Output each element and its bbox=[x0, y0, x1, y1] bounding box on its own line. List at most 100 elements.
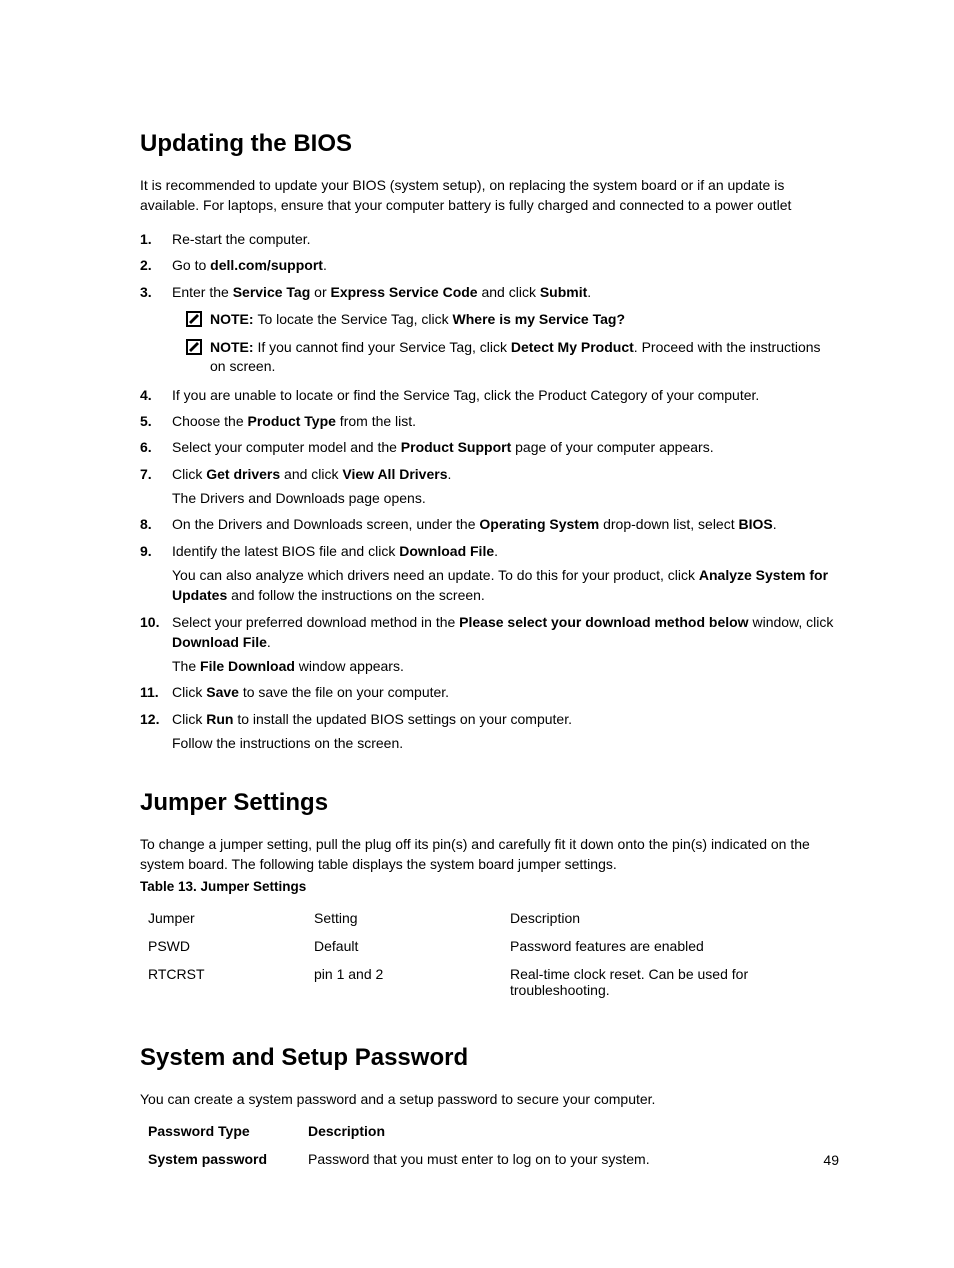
step-text: from the list. bbox=[336, 413, 416, 429]
jumper-table: Jumper Setting Description PSWD Default … bbox=[140, 904, 839, 1004]
step-5: 5. Choose the Product Type from the list… bbox=[140, 411, 839, 431]
table-header: Setting bbox=[306, 904, 502, 932]
table-cell: PSWD bbox=[140, 932, 306, 960]
step-text: window, click bbox=[749, 614, 834, 630]
step-text: Identify the latest BIOS file and click bbox=[172, 543, 399, 559]
step-text: . bbox=[323, 257, 327, 273]
step-text: . bbox=[494, 543, 498, 559]
step-text: or bbox=[310, 284, 330, 300]
heading-system-setup-password: System and Setup Password bbox=[140, 1044, 839, 1072]
step-12: 12. Click Run to install the updated BIO… bbox=[140, 709, 839, 754]
step-text: Re-start the computer. bbox=[172, 231, 311, 247]
bold-text: Express Service Code bbox=[331, 284, 478, 300]
step-text: Enter the bbox=[172, 284, 233, 300]
step-text: . bbox=[267, 634, 271, 650]
step-11: 11. Click Save to save the file on your … bbox=[140, 682, 839, 702]
step-1: 1. Re-start the computer. bbox=[140, 229, 839, 249]
table-cell: Real-time clock reset. Can be used for t… bbox=[502, 960, 839, 1004]
table-row: RTCRST pin 1 and 2 Real-time clock reset… bbox=[140, 960, 839, 1004]
table-cell: RTCRST bbox=[140, 960, 306, 1004]
step-text: Select your preferred download method in… bbox=[172, 614, 459, 630]
step-subtext: The bbox=[172, 658, 200, 674]
bold-text: View All Drivers bbox=[342, 466, 447, 482]
bold-text: Run bbox=[206, 711, 233, 727]
password-definition-list: Password Type Description System passwor… bbox=[140, 1123, 839, 1167]
table-header: Description bbox=[502, 904, 839, 932]
step-text: Choose the bbox=[172, 413, 248, 429]
bold-text: dell.com/support bbox=[210, 257, 323, 273]
step-subtext: You can also analyze which drivers need … bbox=[172, 567, 699, 583]
definition-term: System password bbox=[140, 1151, 308, 1167]
step-7: 7. Click Get drivers and click View All … bbox=[140, 464, 839, 509]
note-icon bbox=[186, 311, 202, 327]
note-text: To locate the Service Tag, click bbox=[257, 311, 452, 327]
note-icon bbox=[186, 339, 202, 355]
intro-paragraph: You can create a system password and a s… bbox=[140, 1090, 839, 1110]
bold-text: Product Support bbox=[401, 439, 511, 455]
definition-row: System password Password that you must e… bbox=[140, 1151, 839, 1167]
step-text: drop-down list, select bbox=[599, 516, 738, 532]
step-text: to install the updated BIOS settings on … bbox=[233, 711, 572, 727]
document-page: Updating the BIOS It is recommended to u… bbox=[0, 0, 954, 1268]
step-6: 6. Select your computer model and the Pr… bbox=[140, 437, 839, 457]
step-10: 10. Select your preferred download metho… bbox=[140, 612, 839, 677]
bold-text: Get drivers bbox=[206, 466, 280, 482]
intro-paragraph: To change a jumper setting, pull the plu… bbox=[140, 835, 839, 874]
bold-text: Download File bbox=[399, 543, 494, 559]
step-2: 2. Go to dell.com/support. bbox=[140, 255, 839, 275]
note-text: If you cannot find your Service Tag, cli… bbox=[257, 339, 510, 355]
step-text: and click bbox=[280, 466, 342, 482]
bold-text: BIOS bbox=[739, 516, 773, 532]
note-label: NOTE: bbox=[210, 311, 257, 327]
step-text: . bbox=[773, 516, 777, 532]
step-8: 8. On the Drivers and Downloads screen, … bbox=[140, 514, 839, 534]
definition-header: Description bbox=[308, 1123, 839, 1139]
step-9: 9. Identify the latest BIOS file and cli… bbox=[140, 541, 839, 606]
step-subtext: window appears. bbox=[295, 658, 404, 674]
table-cell: Default bbox=[306, 932, 502, 960]
step-subtext: and follow the instructions on the scree… bbox=[227, 587, 485, 603]
table-header-row: Jumper Setting Description bbox=[140, 904, 839, 932]
step-text: and click bbox=[478, 284, 540, 300]
bold-text: Save bbox=[206, 684, 239, 700]
table-cell: Password features are enabled bbox=[502, 932, 839, 960]
bold-text: Download File bbox=[172, 634, 267, 650]
table-row: PSWD Default Password features are enabl… bbox=[140, 932, 839, 960]
step-text: Click bbox=[172, 684, 206, 700]
heading-jumper-settings: Jumper Settings bbox=[140, 789, 839, 817]
bold-text: Operating System bbox=[479, 516, 599, 532]
definition-header: Password Type bbox=[140, 1123, 308, 1139]
bold-text: File Download bbox=[200, 658, 295, 674]
note-row: NOTE: To locate the Service Tag, click W… bbox=[186, 310, 839, 330]
bold-text: Submit bbox=[540, 284, 587, 300]
bold-text: Please select your download method below bbox=[459, 614, 748, 630]
step-text: Click bbox=[172, 711, 206, 727]
bold-text: Service Tag bbox=[233, 284, 311, 300]
step-3: 3. Enter the Service Tag or Express Serv… bbox=[140, 282, 839, 377]
step-text: Click bbox=[172, 466, 206, 482]
step-text: Go to bbox=[172, 257, 210, 273]
step-text: page of your computer appears. bbox=[511, 439, 713, 455]
note-label: NOTE: bbox=[210, 339, 257, 355]
bold-text: Where is my Service Tag? bbox=[453, 311, 625, 327]
step-subtext: The Drivers and Downloads page opens. bbox=[172, 488, 839, 508]
definition-header-row: Password Type Description bbox=[140, 1123, 839, 1139]
page-number: 49 bbox=[823, 1152, 839, 1168]
table-caption: Table 13. Jumper Settings bbox=[140, 879, 839, 894]
table-header: Jumper bbox=[140, 904, 306, 932]
heading-updating-bios: Updating the BIOS bbox=[140, 130, 839, 158]
step-subtext: Follow the instructions on the screen. bbox=[172, 733, 839, 753]
definition-desc: Password that you must enter to log on t… bbox=[308, 1151, 839, 1167]
step-text: to save the file on your computer. bbox=[239, 684, 449, 700]
intro-paragraph: It is recommended to update your BIOS (s… bbox=[140, 176, 839, 215]
step-text: . bbox=[447, 466, 451, 482]
ordered-steps: 1. Re-start the computer. 2. Go to dell.… bbox=[140, 229, 839, 753]
step-text: On the Drivers and Downloads screen, und… bbox=[172, 516, 479, 532]
note-row: NOTE: If you cannot find your Service Ta… bbox=[186, 338, 839, 377]
step-text: . bbox=[587, 284, 591, 300]
step-text: Select your computer model and the bbox=[172, 439, 401, 455]
table-cell: pin 1 and 2 bbox=[306, 960, 502, 1004]
bold-text: Detect My Product bbox=[511, 339, 634, 355]
step-4: 4. If you are unable to locate or find t… bbox=[140, 385, 839, 405]
step-text: If you are unable to locate or find the … bbox=[172, 387, 759, 403]
